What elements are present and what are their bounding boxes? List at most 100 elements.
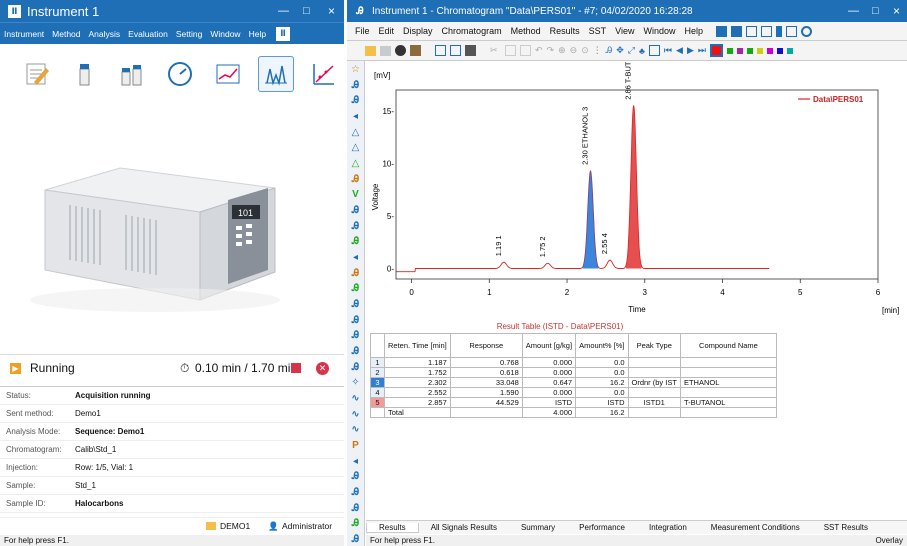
col-header[interactable]: Peak Type [627,333,681,358]
rmenu-method[interactable]: Method [511,26,541,36]
rmenu-display[interactable]: Display [403,26,433,36]
vt-icon-26[interactable]: ◂ [349,455,363,468]
vials-icon[interactable] [786,25,798,37]
table-row[interactable]: 3 2.302 33.048 0.647 16.2 Ordnr (by IST ETHANO… [370,377,777,388]
vt-icon-28[interactable]: Ꭿ [349,486,363,499]
color-green-2[interactable] [746,47,753,54]
settings-icon[interactable] [410,45,421,56]
vt-icon-16[interactable]: Ꭿ [349,298,363,311]
vt-icon-5[interactable]: △ [349,126,363,139]
zoom-out-icon[interactable]: ⊖ [570,45,578,56]
col-header[interactable]: Amount [g/kg] [521,333,577,358]
vt-icon-3[interactable]: Ꭿ [349,94,363,107]
user-name[interactable]: Administrator [282,521,332,531]
chart-icon[interactable] [761,25,773,37]
vt-icon-29[interactable]: Ꭿ [349,502,363,515]
gauge-icon[interactable] [801,25,813,37]
menu-instrument[interactable]: Instrument [4,29,44,39]
export-icon[interactable] [450,45,461,56]
report-preview-icon[interactable] [435,45,446,56]
rmenu-file[interactable]: File [355,26,370,36]
tab-integration[interactable]: Integration [637,523,699,532]
vt-icon-6[interactable]: △ [349,141,363,154]
color-yellow[interactable] [756,47,763,54]
stop-button[interactable] [291,363,301,373]
col-header[interactable]: Amount% [%] [575,333,629,358]
grid-icon[interactable] [648,45,660,56]
vt-icon-22[interactable]: ∿ [349,392,363,405]
sequence-vials-icon[interactable] [114,56,150,92]
tab-results[interactable]: Results [366,522,419,533]
vt-icon-17[interactable]: Ꭿ [349,314,363,327]
last-icon[interactable]: ⏭ [698,45,706,56]
redo-icon[interactable]: ↷ [547,45,555,56]
abort-button[interactable]: ✕ [316,361,329,375]
vt-icon-20[interactable]: Ꭿ [349,361,363,374]
color-cyan[interactable] [786,47,793,54]
help-logo-icon[interactable]: Ⅱ [276,26,291,41]
color-green-1[interactable] [726,47,733,54]
vt-icon-1[interactable]: ☆ [349,63,363,76]
menu-evaluation[interactable]: Evaluation [128,29,168,39]
vt-icon-24[interactable]: ∿ [349,423,363,436]
project-name[interactable]: DEMO1 [220,521,250,531]
calib-icon[interactable] [746,25,758,37]
zoom-in-icon[interactable]: ⊕ [558,45,566,56]
vt-icon-9[interactable]: V [349,188,363,201]
rmenu-edit[interactable]: Edit [379,26,395,36]
vt-icon-23[interactable]: ∿ [349,408,363,421]
minimize-button[interactable]: — [278,5,289,17]
rmenu-sst[interactable]: SST [589,26,607,36]
tab-all-signals[interactable]: All Signals Results [419,523,509,532]
table-row[interactable]: 2 1.752 0.618 0.000 0.0 [370,367,777,378]
color-purple[interactable] [736,47,743,54]
vt-icon-7[interactable]: △ [349,157,363,170]
vt-icon-2[interactable]: Ꭿ [349,79,363,92]
vt-icon-12[interactable]: Ꭿ [349,235,363,248]
move-icon[interactable]: ✥ [616,45,624,56]
vt-icon-14[interactable]: Ꭿ [349,267,363,280]
vt-icon-11[interactable]: Ꭿ [349,220,363,233]
vt-icon-4[interactable]: ◂ [349,110,363,123]
vt-icon-8[interactable]: Ꭿ [349,173,363,186]
delete-icon[interactable] [395,45,406,56]
right-maximize-button[interactable]: □ [872,5,879,17]
menu-setting[interactable]: Setting [176,29,202,39]
fit-icon[interactable]: ⤢ [628,45,635,56]
next-icon[interactable]: ▶ [687,45,694,56]
menu-window[interactable]: Window [210,29,240,39]
maximize-button[interactable]: □ [303,5,310,17]
peak-icon[interactable]: Ꭿ [606,45,613,56]
vt-icon-15[interactable]: Ꭿ [349,282,363,295]
color-magenta[interactable] [766,47,773,54]
zoom-icon[interactable]: ⊙ [581,45,589,56]
tab-summary[interactable]: Summary [509,523,567,532]
rmenu-help[interactable]: Help [685,26,704,36]
vt-icon-31[interactable]: Ꭿ [349,533,363,546]
report-icon[interactable] [716,25,728,37]
rmenu-results[interactable]: Results [550,26,580,36]
table-row[interactable]: 4 2.552 1.590 0.000 0.0 [370,387,777,398]
open-icon[interactable] [365,45,376,56]
menu-help[interactable]: Help [249,29,266,39]
undo-icon[interactable]: ↶ [535,45,543,56]
chromatogram-chart[interactable]: [mV] Voltage Time [min] 0 1 2 3 4 5 6 0- 5- 10- 15- Dat… [366,36,907,320]
copy-icon[interactable] [505,45,516,56]
table-row[interactable]: 5 2.857 44.529 ISTD ISTD ISTD1 T-BUTANOL [370,397,777,408]
edit-method-icon[interactable] [18,56,54,92]
vt-icon-21[interactable]: ✧ [349,376,363,389]
col-header[interactable]: Compound Name [679,333,777,358]
paste-icon[interactable] [520,45,531,56]
calibration-icon[interactable] [306,56,342,92]
rmenu-window[interactable]: Window [644,26,676,36]
gauge-monitor-icon[interactable] [162,56,198,92]
ruler-icon[interactable]: ⋮ [593,45,602,56]
vt-icon-10[interactable]: Ꭿ [349,204,363,217]
vt-icon-19[interactable]: Ꭿ [349,345,363,358]
vt-icon-18[interactable]: Ꭿ [349,329,363,342]
color-blue[interactable] [776,47,783,54]
tab-measurement[interactable]: Measurement Conditions [699,523,812,532]
chromatogram-icon[interactable] [258,56,294,92]
right-minimize-button[interactable]: — [848,5,859,17]
save-icon[interactable] [380,45,391,56]
